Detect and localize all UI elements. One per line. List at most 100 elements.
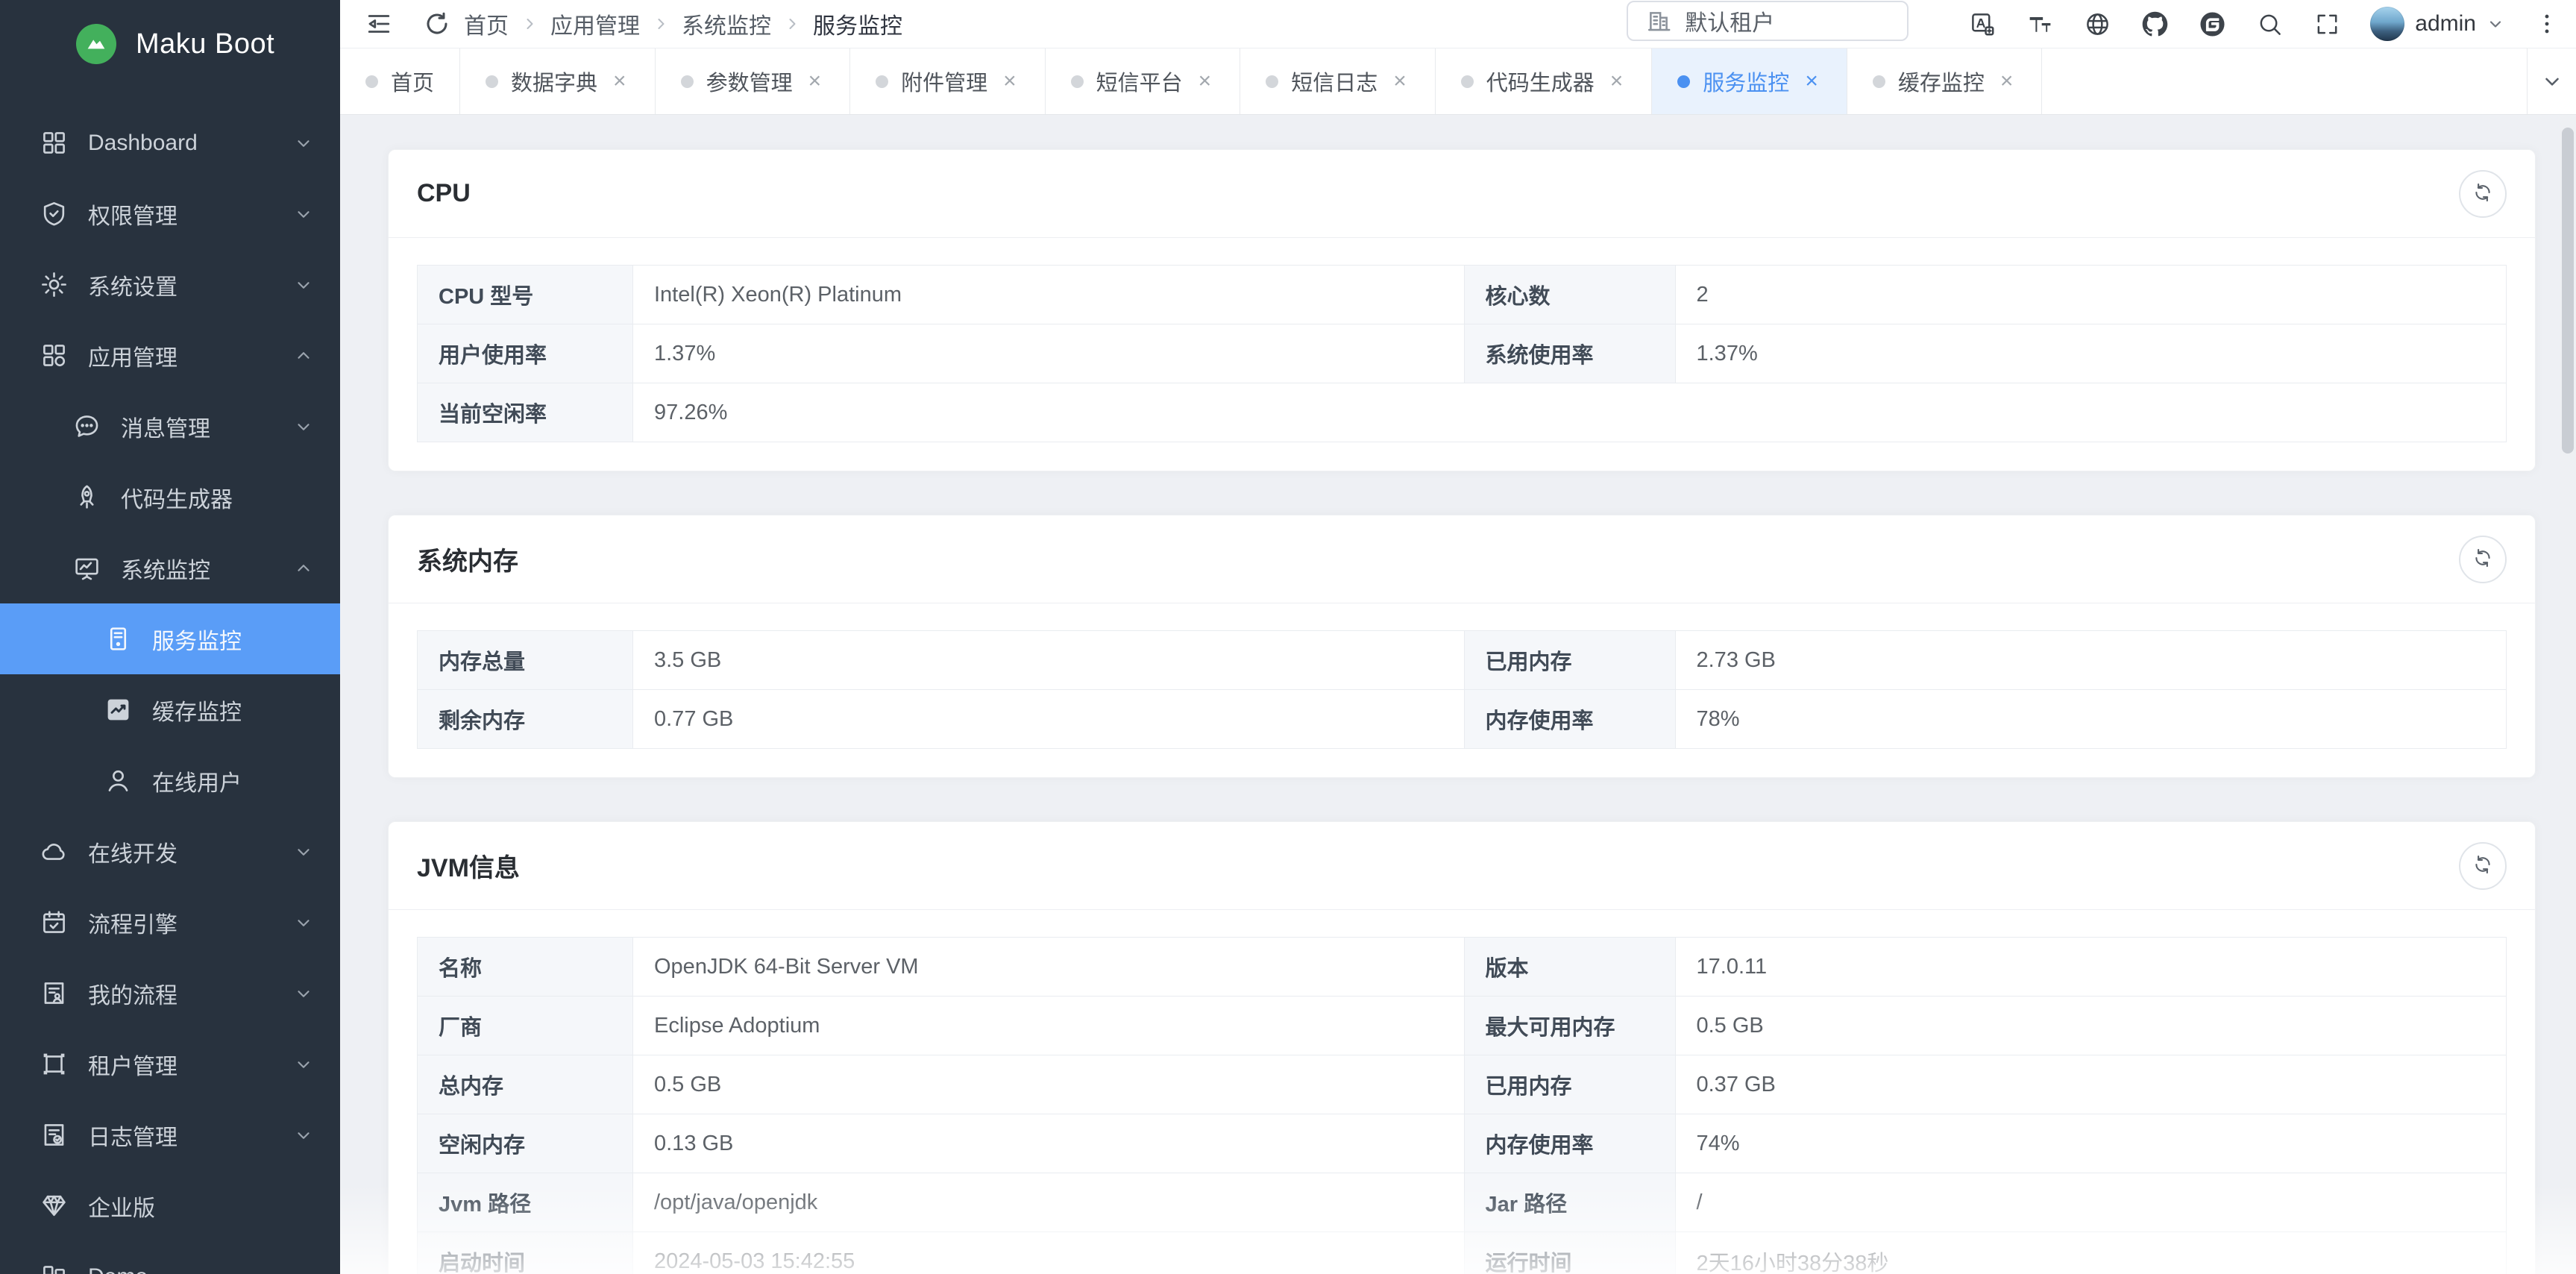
search-icon[interactable] <box>2257 11 2283 37</box>
tab-close-icon[interactable]: × <box>1390 69 1410 94</box>
info-label: 启动时间 <box>418 1232 632 1274</box>
sidebar-item-dashboard[interactable]: Dashboard <box>0 107 340 178</box>
demo-icon <box>40 1263 68 1274</box>
tab-close-icon[interactable]: × <box>610 69 629 94</box>
sidebar-item-流程引擎[interactable]: 流程引擎 <box>0 887 340 958</box>
tab-缓存监控[interactable]: 缓存监控 × <box>1847 48 2043 114</box>
topbar-left <box>365 10 450 37</box>
sidebar-item-应用管理[interactable]: 应用管理 <box>0 320 340 391</box>
tab-服务监控[interactable]: 服务监控× <box>1652 48 1847 114</box>
translate-icon[interactable] <box>1970 11 1996 37</box>
info-value: Intel(R) Xeon(R) Platinum <box>633 266 1464 324</box>
sidebar-item-租户管理[interactable]: 租户管理 <box>0 1029 340 1099</box>
avatar[interactable] <box>2370 7 2404 41</box>
dashboard-icon <box>40 129 68 157</box>
sidebar-item-缓存监控[interactable]: 缓存监控 <box>0 674 340 745</box>
collapse-sidebar-icon[interactable] <box>365 10 392 37</box>
card-title-cpu: CPU <box>417 179 471 208</box>
tab-参数管理[interactable]: 参数管理 × <box>656 48 851 114</box>
tab-短信平台[interactable]: 短信平台 × <box>1046 48 1241 114</box>
sidebar-item-权限管理[interactable]: 权限管理 <box>0 178 340 249</box>
card-title-memory: 系统内存 <box>417 541 518 577</box>
info-label: CPU 型号 <box>418 266 632 324</box>
tab-dot-icon <box>365 75 378 88</box>
sidebar-item-企业版[interactable]: 企业版 <box>0 1170 340 1241</box>
tab-dot-icon <box>876 75 888 88</box>
diamond-icon <box>40 1192 68 1220</box>
scrollbar-thumb[interactable] <box>2562 128 2574 454</box>
breadcrumb-item[interactable]: 系统监控 <box>682 7 771 40</box>
tab-label: 短信平台 <box>1096 66 1183 97</box>
card-header: 系统内存 <box>389 515 2535 603</box>
sidebar-item-消息管理[interactable]: 消息管理 <box>0 391 340 462</box>
user-menu[interactable]: admin <box>2370 7 2504 41</box>
tab-close-icon[interactable]: × <box>805 69 825 94</box>
card-refresh-button[interactable] <box>2459 842 2507 890</box>
chevron-down-icon <box>294 559 313 578</box>
info-value: 17.0.11 <box>1676 938 2507 996</box>
tab-close-icon[interactable]: × <box>1607 69 1627 94</box>
app-title: Maku Boot <box>136 28 274 60</box>
sidebar-item-服务监控[interactable]: 服务监控 <box>0 603 340 674</box>
chevron-down-icon <box>294 1267 313 1274</box>
more-menu-icon[interactable] <box>2534 11 2560 37</box>
cloud-icon <box>40 838 68 865</box>
gitee-icon[interactable] <box>2199 11 2225 37</box>
user-icon <box>104 767 132 794</box>
tab-label: 参数管理 <box>706 66 793 97</box>
info-label: 运行时间 <box>1465 1232 1675 1274</box>
info-value: 0.5 GB <box>1676 997 2507 1055</box>
tab-附件管理[interactable]: 附件管理× <box>850 48 1046 114</box>
sidebar-item-label: 系统监控 <box>121 552 210 585</box>
tab-数据字典[interactable]: 数据字典× <box>460 48 656 114</box>
sidebar-item-label: Demo <box>88 1264 148 1274</box>
tab-label: 首页 <box>391 66 434 97</box>
sync-icon <box>2472 181 2494 206</box>
tab-代码生成器[interactable]: 代码生成器× <box>1436 48 1653 114</box>
tab-close-icon[interactable]: × <box>1997 69 2017 94</box>
tabs-overflow-button[interactable] <box>2527 48 2576 114</box>
breadcrumb-item[interactable]: 首页 <box>464 7 509 40</box>
refresh-page-icon[interactable] <box>424 10 450 37</box>
info-label: 版本 <box>1465 938 1675 996</box>
sidebar-item-系统监控[interactable]: 系统监控 <box>0 533 340 603</box>
scrollbar-track[interactable] <box>2560 116 2576 1274</box>
tab-close-icon[interactable]: × <box>1000 69 1020 94</box>
sidebar-item-label: 服务监控 <box>152 623 242 656</box>
info-label: 内存总量 <box>418 631 632 689</box>
info-label: 系统使用率 <box>1465 324 1675 383</box>
info-value: Eclipse Adoptium <box>633 997 1464 1055</box>
sidebar-item-系统设置[interactable]: 系统设置 <box>0 249 340 320</box>
sidebar-item-代码生成器[interactable]: 代码生成器 <box>0 462 340 533</box>
tab-close-icon[interactable]: × <box>1196 69 1215 94</box>
tab-首页[interactable]: 首页 <box>340 48 460 114</box>
tab-dot-icon <box>1461 75 1474 88</box>
card-refresh-button[interactable] <box>2459 170 2507 218</box>
sidebar-item-demo[interactable]: Demo <box>0 1241 340 1274</box>
tab-label: 缓存监控 <box>1898 66 1985 97</box>
info-label: 最大可用内存 <box>1465 997 1675 1055</box>
sidebar-item-我的流程[interactable]: 我的流程 <box>0 958 340 1029</box>
message-icon <box>73 412 101 440</box>
info-value: 3.5 GB <box>633 631 1464 689</box>
breadcrumb-item[interactable]: 应用管理 <box>550 7 640 40</box>
tenant-select[interactable]: 默认租户 <box>1627 1 1909 41</box>
card-refresh-button[interactable] <box>2459 536 2507 583</box>
cpu-table: CPU 型号Intel(R) Xeon(R) Platinum核心数2用户使用率… <box>417 265 2507 442</box>
github-icon[interactable] <box>2142 11 2168 37</box>
sidebar-item-在线开发[interactable]: 在线开发 <box>0 816 340 887</box>
tab-短信日志[interactable]: 短信日志× <box>1240 48 1436 114</box>
fullscreen-icon[interactable] <box>2314 11 2340 37</box>
sidebar-item-label: 系统设置 <box>88 269 178 301</box>
server-icon <box>104 625 132 653</box>
info-label: 内存使用率 <box>1465 690 1675 748</box>
tab-close-icon[interactable]: × <box>1802 69 1821 94</box>
info-label: 总内存 <box>418 1055 632 1114</box>
info-value: 97.26% <box>633 383 2506 442</box>
sidebar-item-日志管理[interactable]: 日志管理 <box>0 1099 340 1170</box>
sidebar: Maku Boot Dashboard权限管理系统设置应用管理消息管理代码生成器… <box>0 0 340 1274</box>
sidebar-item-在线用户[interactable]: 在线用户 <box>0 745 340 816</box>
font-size-icon[interactable] <box>2027 11 2053 37</box>
globe-icon[interactable] <box>2085 11 2111 37</box>
info-value: 2 <box>1676 266 2507 324</box>
